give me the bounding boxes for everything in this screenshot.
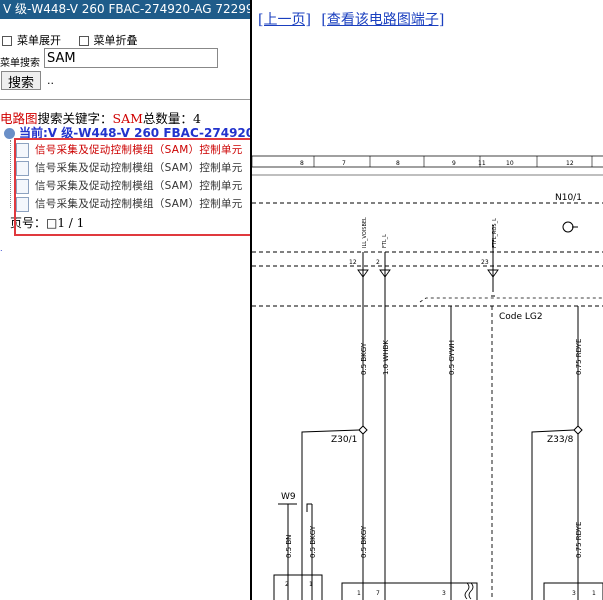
search-button[interactable]: 搜索 [1,71,41,91]
code-label: Code LG2 [499,312,543,322]
pin-number: 3 [572,590,576,597]
menu-expand-link[interactable]: 菜单展开 [17,34,61,47]
connector-label: N10/1 [555,193,582,203]
ruler-tick: 8 [396,160,400,167]
splice-label: Z30/1 [331,435,357,445]
wire-label: 0.75 RDYE [575,522,583,558]
pin-number: 1 [592,590,596,597]
ground-label: W9 [281,492,296,502]
ruler-tick: 12 [566,160,574,167]
pin-number: 12 [349,259,357,266]
left-panel: V 级-W448-V 260 FBAC-274920-AG 722994 菜单展… [0,0,250,600]
pin-label: FTL_L [382,234,388,248]
wire-label: 0.5 GYWH [448,340,456,375]
splice-node [573,425,583,435]
diagram-panel: [上一页] [查看该电路图端子] 8 7 8 9 10 11 12 N10/1 … [252,0,603,600]
ruler-tick: 9 [452,160,456,167]
bottom-connector [273,574,323,600]
pin-number: 2 [376,259,380,266]
search-label: 菜单搜索 [0,58,40,69]
menu-row: 菜单展开 菜单折叠 [2,32,152,48]
wire-label: 0.75 RDYE [575,339,583,375]
pin-number: 3 [442,590,446,597]
tiny-link[interactable]: . [0,244,3,253]
circuit-diagram: 8 7 8 9 10 11 12 N10/1 ILL_VOISBEL FTL_L… [252,155,603,600]
wire-label: 1.0 WHBK [382,340,390,375]
ruler-tick: 10 [506,160,514,167]
pin-number: 2 [285,581,289,588]
ruler-tick: 8 [300,160,304,167]
ruler-tick: 7 [342,160,346,167]
splice-node [358,425,368,435]
pin-number: 23 [481,259,489,266]
menu-collapse-link[interactable]: 菜单折叠 [94,34,138,47]
search-dots: .. [47,74,54,87]
tree-connector [10,140,11,208]
ruler-tick: 11 [478,160,486,167]
wire-label: 0.5 BKGY [309,525,317,558]
wire-label: 0.5 BKGY [360,525,368,558]
wire-label: 0.5 BN [285,535,293,558]
search-input[interactable] [44,48,218,68]
pin-number: 7 [376,590,380,597]
divider-line [0,99,250,100]
pin-number: 1 [309,581,313,588]
collapse-icon[interactable] [78,36,89,46]
bottom-connector [341,582,478,600]
wire-label: 0.5 BKGY [360,342,368,375]
ground-symbol-icon [562,221,574,233]
page-title: V 级-W448-V 260 FBAC-274920-AG 722994 [0,0,250,19]
splice-label: Z33/8 [547,435,574,445]
pin-number: 1 [357,590,361,597]
pin-label: ILL_VOISBEL [362,217,368,248]
highlight-box [14,138,250,236]
expand-icon[interactable] [2,36,12,46]
